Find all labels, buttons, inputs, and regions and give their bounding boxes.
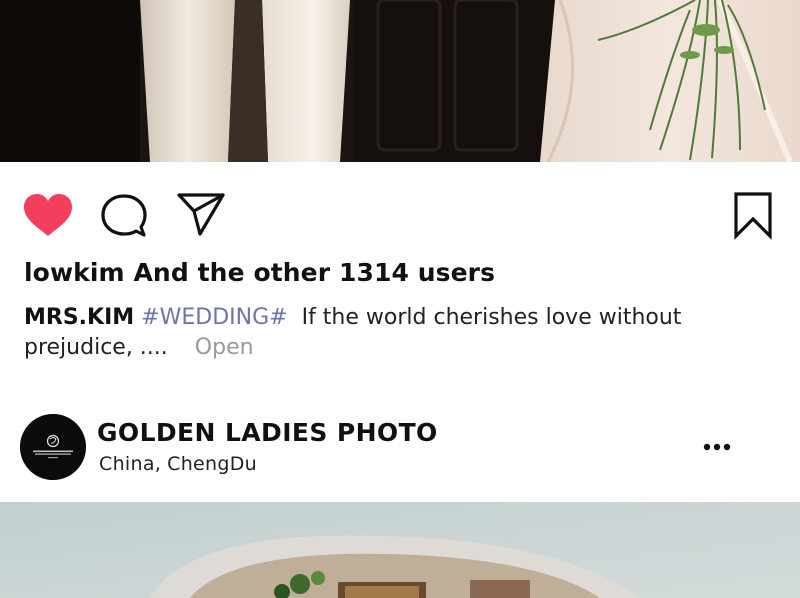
post-caption: MRS.KIM #WEDDING# If the world cherishes… [24, 303, 764, 363]
post-header: GOLDEN LADIES PHOTO China, ChengDu [0, 408, 800, 500]
location-country: China, [99, 453, 162, 475]
share-button[interactable] [175, 191, 227, 239]
post-action-bar [0, 162, 800, 262]
golden-ladies-logo [20, 414, 86, 480]
more-dots-icon [703, 443, 731, 451]
location-city: ChengDu [167, 453, 257, 475]
post-photo-bottom[interactable] [0, 502, 800, 598]
likes-summary[interactable]: lowkim And the other 1314 users [24, 258, 495, 287]
comment-button[interactable] [100, 192, 148, 240]
caption-text-spacer [295, 305, 302, 330]
arched-doorway-photo [0, 502, 800, 598]
like-button[interactable] [22, 192, 74, 240]
send-icon [177, 193, 225, 236]
post-location[interactable]: China, ChengDu [99, 453, 257, 475]
feed-page: lowkim And the other 1314 users MRS.KIM … [0, 0, 800, 598]
heart-icon [24, 194, 72, 236]
bookmark-button[interactable] [732, 191, 774, 241]
caption-hashtag[interactable]: #WEDDING# [141, 305, 287, 330]
more-options-button[interactable] [698, 432, 738, 462]
caption-open-link[interactable]: Open [195, 335, 254, 360]
post-photo-top[interactable] [0, 0, 800, 162]
avatar[interactable] [20, 414, 86, 480]
bookmark-icon [734, 192, 772, 240]
wedding-dress-photo [0, 0, 800, 162]
caption-username[interactable]: MRS.KIM [24, 305, 134, 330]
author-name[interactable]: GOLDEN LADIES PHOTO [97, 418, 438, 447]
comment-icon [101, 194, 147, 237]
